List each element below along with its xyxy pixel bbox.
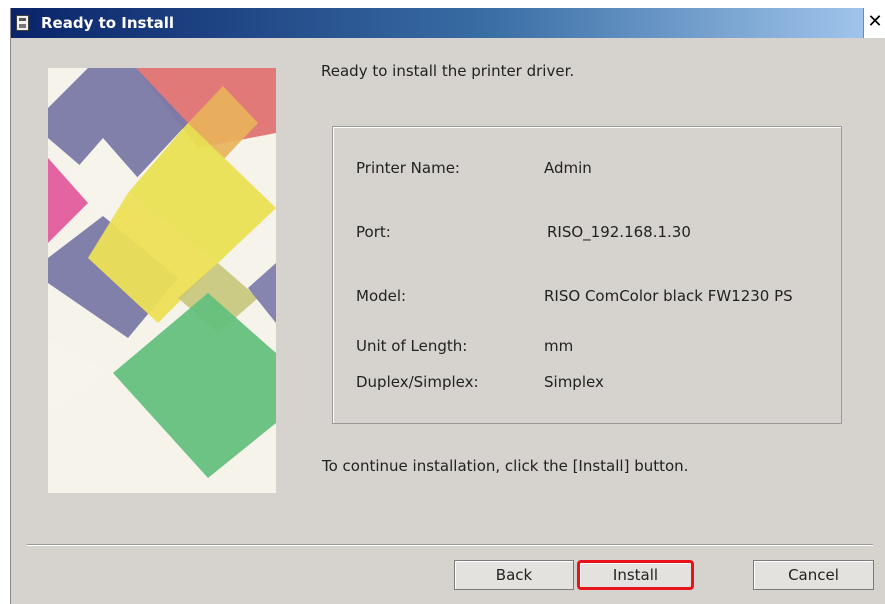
duplex-simplex-value: Simplex [544,373,604,391]
unit-of-length-value: mm [544,337,574,355]
port-label: Port: [356,223,391,241]
footer-separator [27,544,873,546]
title-bar: Ready to Install ✕ [11,8,885,38]
printer-name-value: Admin [544,159,592,177]
installer-dialog: Ready to Install ✕ Ready to install the … [10,8,885,604]
duplex-simplex-label: Duplex/Simplex: [356,373,479,391]
cancel-button[interactable]: Cancel [753,560,874,590]
install-instruction: To continue installation, click the [Ins… [322,457,689,475]
printer-name-label: Printer Name: [356,159,460,177]
model-label: Model: [356,287,407,305]
decorative-banner-image [48,68,276,493]
install-button[interactable]: Install [577,560,694,590]
model-value: RISO ComColor black FW1230 PS [544,287,793,305]
banner-art [48,68,276,493]
window-title: Ready to Install [41,14,175,32]
back-button[interactable]: Back [454,560,574,590]
close-icon[interactable]: ✕ [863,8,885,38]
port-value: RISO_192.168.1.30 [547,223,691,241]
printer-app-icon [16,15,29,31]
unit-of-length-label: Unit of Length: [356,337,468,355]
printer-info-box: Printer Name: Admin Port: RISO_192.168.1… [332,126,842,424]
ready-message: Ready to install the printer driver. [321,62,575,80]
